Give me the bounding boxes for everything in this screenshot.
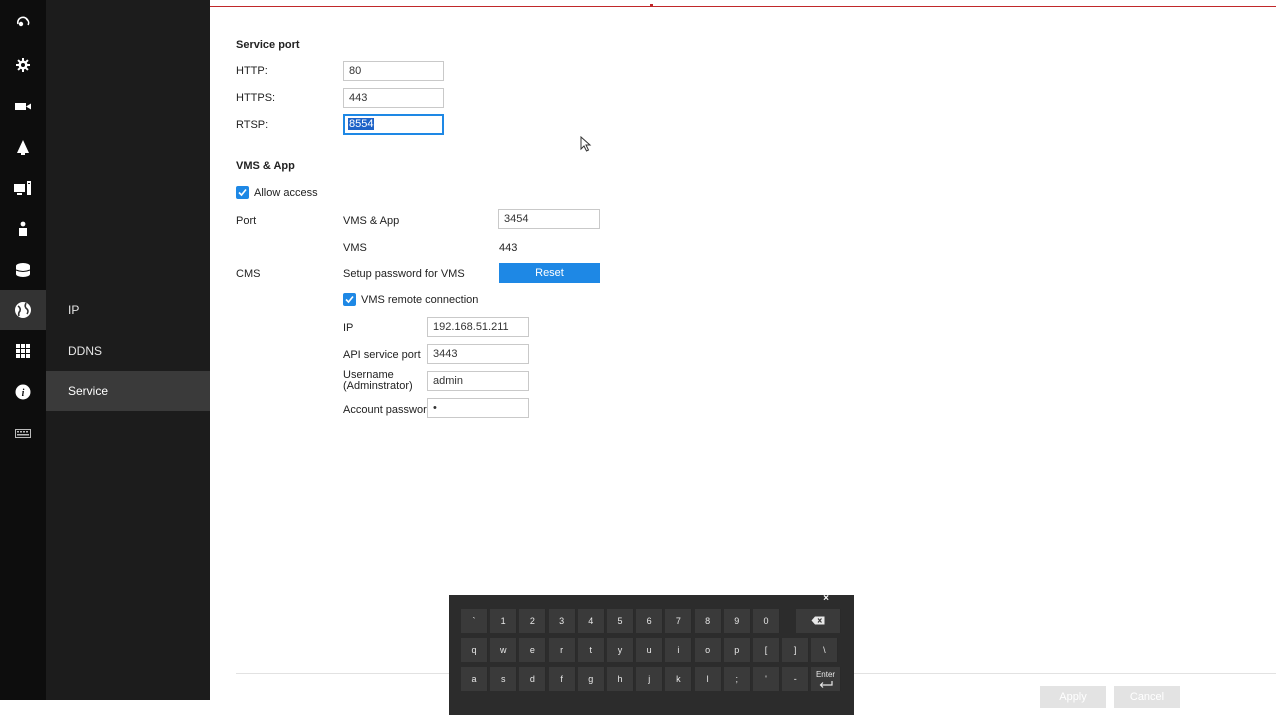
eye-logo-icon[interactable] [0, 2, 46, 42]
grid-apps-icon[interactable] [0, 331, 46, 371]
enter-key-label: Enter [815, 670, 836, 679]
icon-sidebar: i [0, 0, 46, 700]
allow-access-label: Allow access [254, 187, 318, 199]
https-port-input[interactable]: 443 [343, 88, 444, 108]
vms-app-port-label: VMS & App [343, 215, 400, 227]
reset-button[interactable]: Reset [499, 263, 600, 283]
display-icon[interactable] [0, 168, 46, 208]
allow-access-checkbox[interactable] [236, 186, 249, 199]
port-label: Port [236, 215, 257, 227]
keyboard-key[interactable]: 5 [607, 609, 634, 633]
keyboard-key[interactable]: s [490, 667, 518, 691]
service-port-title: Service port [236, 39, 300, 51]
storage-icon[interactable] [0, 250, 46, 290]
keyboard-key[interactable]: k [665, 667, 693, 691]
keyboard-key[interactable]: u [636, 638, 664, 662]
keyboard-key[interactable]: i [665, 638, 693, 662]
keyboard-key[interactable]: d [519, 667, 547, 691]
api-service-port-input[interactable]: 3443 [427, 344, 529, 364]
subnav-item-ddns[interactable]: DDNS [46, 331, 210, 371]
account-password-input[interactable]: • [427, 398, 529, 418]
cms-ip-input[interactable]: 192.168.51.211 [427, 317, 529, 337]
keyboard-key[interactable]: [ [753, 638, 780, 662]
keyboard-key[interactable]: p [723, 638, 751, 662]
keyboard-key[interactable]: e [519, 638, 547, 662]
subnav-item-ip[interactable]: IP [46, 290, 210, 330]
vms-app-title: VMS & App [236, 160, 295, 172]
http-port-input[interactable]: 80 [343, 61, 444, 81]
network-globe-icon[interactable] [0, 290, 46, 330]
camera-icon[interactable] [0, 86, 46, 126]
keyboard-key[interactable]: 2 [519, 609, 547, 633]
keyboard-key[interactable]: \ [811, 638, 839, 662]
keyboard-key[interactable]: o [694, 638, 722, 662]
keyboard-backspace-key[interactable] [796, 609, 841, 633]
keyboard-key[interactable]: ; [723, 667, 751, 691]
keyboard-key[interactable]: 6 [636, 609, 664, 633]
keyboard-key[interactable]: 0 [753, 609, 780, 633]
vms-port-value: 443 [499, 242, 518, 254]
keyboard-key[interactable]: g [577, 667, 605, 691]
backspace-icon [811, 616, 825, 625]
vms-port-label: VMS [343, 242, 367, 254]
info-icon[interactable]: i [0, 372, 46, 412]
keyboard-key[interactable]: 4 [577, 609, 605, 633]
top-accent-mark [650, 4, 653, 7]
keyboard-key[interactable]: y [607, 638, 634, 662]
username-label-line2: (Adminstrator) [343, 380, 413, 392]
keyboard-key[interactable]: ' [753, 667, 780, 691]
http-label: HTTP: [236, 65, 268, 77]
cms-label: CMS [236, 268, 261, 280]
keyboard-key[interactable]: 9 [723, 609, 751, 633]
rtsp-port-selected-text: 8554 [348, 118, 375, 130]
rtsp-port-input[interactable]: 8554 [343, 114, 444, 135]
https-label: HTTPS: [236, 92, 276, 104]
keyboard-key[interactable]: 8 [694, 609, 722, 633]
enter-arrow-icon [819, 681, 833, 688]
keyboard-key[interactable]: t [577, 638, 605, 662]
setup-password-label: Setup password for VMS [343, 268, 465, 280]
vms-remote-connection-checkbox[interactable] [343, 293, 356, 306]
keyboard-key[interactable]: ` [461, 609, 488, 633]
mouse-cursor-icon [580, 136, 592, 152]
keyboard-key[interactable]: h [607, 667, 634, 691]
svg-text:i: i [22, 388, 25, 399]
keyboard-key[interactable]: a [461, 667, 488, 691]
keyboard-close-button[interactable]: × [817, 593, 835, 605]
cancel-button[interactable]: Cancel [1114, 686, 1180, 708]
keyboard-key[interactable]: 7 [665, 609, 693, 633]
keyboard-key[interactable]: 1 [490, 609, 518, 633]
keyboard-key[interactable]: w [490, 638, 518, 662]
keyboard-key[interactable]: l [694, 667, 722, 691]
username-input[interactable]: admin [427, 371, 529, 391]
user-icon[interactable] [0, 209, 46, 249]
account-password-label: Account password [343, 404, 433, 416]
gear-icon[interactable] [0, 45, 46, 85]
keyboard-key[interactable]: 3 [548, 609, 576, 633]
username-label: Username (Adminstrator) [343, 370, 413, 392]
keyboard-enter-key[interactable]: Enter [811, 667, 841, 691]
vms-remote-connection-label: VMS remote connection [361, 294, 479, 306]
vms-app-port-input[interactable]: 3454 [498, 209, 600, 229]
top-accent-line [210, 6, 1276, 7]
sub-navigation: IP DDNS Service [46, 0, 210, 700]
keyboard-key[interactable]: q [461, 638, 488, 662]
keyboard-key[interactable]: ] [782, 638, 810, 662]
api-service-port-label: API service port [343, 349, 421, 361]
cms-ip-label: IP [343, 322, 354, 334]
keyboard-key[interactable]: j [636, 667, 664, 691]
keyboard-key[interactable]: - [782, 667, 810, 691]
keyboard-key[interactable]: f [548, 667, 576, 691]
alarm-bell-icon[interactable] [0, 127, 46, 167]
keyboard-key[interactable]: r [548, 638, 576, 662]
apply-button[interactable]: Apply [1040, 686, 1106, 708]
keyboard-icon[interactable] [0, 413, 46, 453]
rtsp-label: RTSP: [236, 119, 269, 131]
subnav-item-service[interactable]: Service [46, 371, 210, 411]
